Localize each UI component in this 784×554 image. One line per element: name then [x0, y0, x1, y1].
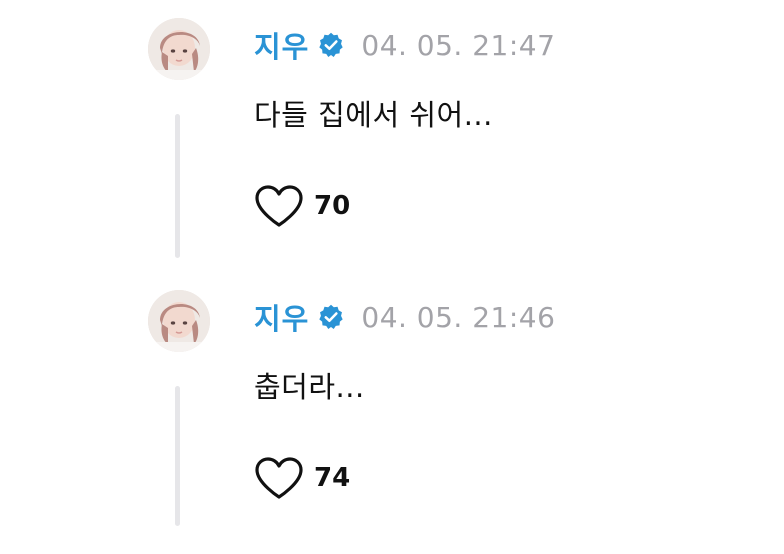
thread-line [175, 386, 180, 526]
timestamp: 04. 05. 21:46 [361, 300, 556, 334]
thread-line [175, 114, 180, 258]
avatar-photo [148, 18, 210, 80]
comment-meta: 지우 04. 05. 21:47 [254, 24, 556, 66]
like-control: 70 [254, 184, 350, 228]
comment-item: 지우 04. 05. 21:47 다들 집에서 쉬어... 70 [0, 18, 784, 258]
comment-text: 춥더라... [254, 370, 365, 404]
verified-badge-icon [319, 32, 344, 58]
avatar[interactable] [148, 290, 210, 352]
comment-text: 다들 집에서 쉬어... [254, 98, 493, 132]
avatar-photo [148, 290, 210, 352]
comment-item: 지우 04. 05. 21:46 춥더라... 74 [0, 290, 784, 530]
like-count: 74 [314, 463, 351, 493]
verified-badge-icon [319, 304, 344, 330]
comment-meta: 지우 04. 05. 21:46 [254, 296, 556, 338]
username[interactable]: 지우 [254, 296, 309, 338]
like-control: 74 [254, 456, 350, 500]
heart-outline-icon[interactable] [254, 456, 304, 500]
timestamp: 04. 05. 21:47 [361, 28, 556, 62]
avatar[interactable] [148, 18, 210, 80]
like-count: 70 [314, 191, 351, 221]
comment-feed: 지우 04. 05. 21:47 다들 집에서 쉬어... 70 지우 04. … [0, 0, 784, 554]
username[interactable]: 지우 [254, 24, 309, 66]
heart-outline-icon[interactable] [254, 184, 304, 228]
